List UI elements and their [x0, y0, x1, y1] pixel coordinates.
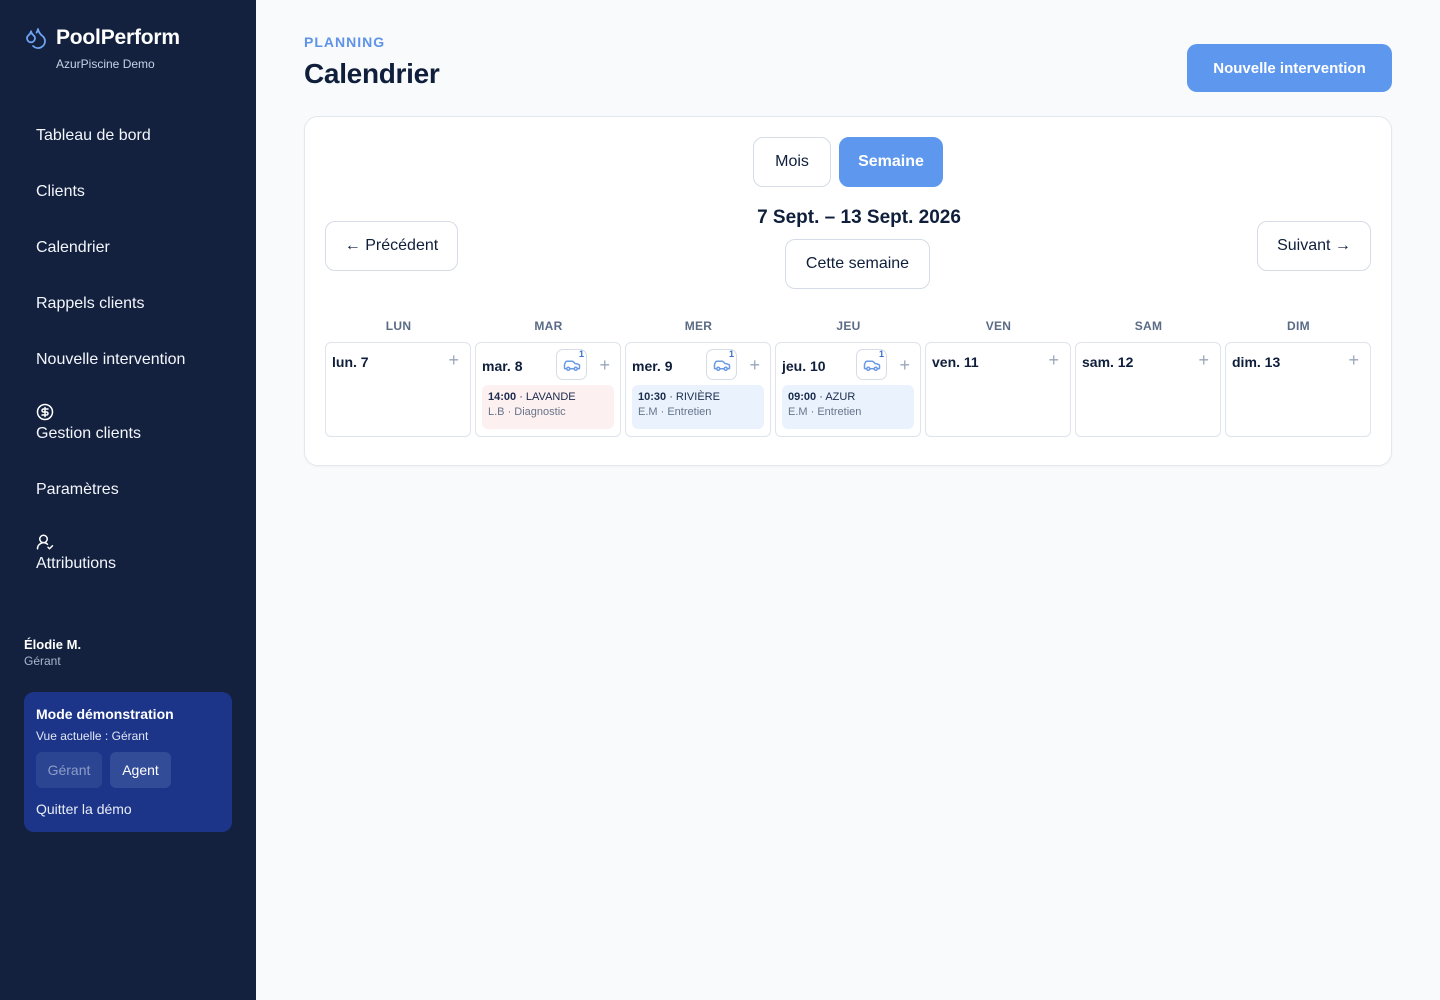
day-label: mer. 9 — [632, 358, 673, 374]
calendar-card: Mois Semaine 7 Sept. – 13 Sept. 2026 ← P… — [304, 116, 1392, 466]
event-agent: E.M — [638, 406, 658, 418]
user-check-icon — [36, 534, 54, 550]
event-client: RIVIÈRE — [675, 391, 720, 403]
weekday-header: JEU — [836, 319, 861, 333]
user-name: Élodie M. — [24, 637, 82, 652]
day-cell[interactable]: mar. 8 1 + 14:00 · LAVANDE L.B · Diagnos… — [475, 342, 621, 437]
event-type: Entretien — [667, 406, 712, 418]
vehicle-button[interactable]: 1 — [556, 349, 587, 380]
user-role: Gérant — [24, 654, 61, 668]
weekday-header: DIM — [1287, 319, 1310, 333]
day-cell[interactable]: ven. 11 + — [925, 342, 1071, 437]
demo-title: Mode démonstration — [36, 706, 174, 722]
sidebar-item-label: Nouvelle intervention — [36, 351, 186, 368]
event-client: AZUR — [825, 391, 856, 403]
sidebar-item-label: Rappels clients — [36, 295, 145, 312]
weekday-header: SAM — [1134, 319, 1163, 333]
day-label: sam. 12 — [1082, 354, 1134, 370]
sidebar-item-label: Tableau de bord — [36, 127, 151, 144]
event-client: LAVANDE — [525, 391, 576, 403]
date-range-label: 7 Sept. – 13 Sept. 2026 — [757, 207, 961, 228]
add-intervention-icon[interactable]: + — [899, 356, 910, 374]
sidebar-item-label: Gestion clients — [36, 425, 141, 442]
sidebar-item-assignments[interactable]: Attributions — [36, 533, 116, 573]
sidebar-item-label: Clients — [36, 183, 85, 200]
intervention-event[interactable]: 14:00 · LAVANDE L.B · Diagnostic — [482, 385, 614, 429]
this-week-button[interactable]: Cette semaine — [785, 239, 930, 289]
sidebar-item-settings[interactable]: Paramètres — [36, 481, 119, 499]
event-time: 14:00 — [488, 391, 517, 403]
day-label: mar. 8 — [482, 358, 523, 374]
sidebar-item-label: Attributions — [36, 555, 117, 572]
vehicle-count-badge: 1 — [578, 349, 584, 359]
month-view-tab[interactable]: Mois — [753, 137, 831, 187]
day-cell[interactable]: dim. 13 + — [1225, 342, 1371, 437]
sidebar-item-label: Calendrier — [36, 239, 110, 256]
event-type: Diagnostic — [514, 406, 566, 418]
page-title: Calendrier — [304, 58, 440, 89]
sidebar-item-client-management[interactable]: Gestion clients — [36, 403, 141, 443]
next-button[interactable]: Suivant → — [1257, 221, 1371, 271]
dollar-circle-icon — [36, 403, 54, 421]
day-cell[interactable]: sam. 12 + — [1075, 342, 1221, 437]
demo-gerant-button[interactable]: Gérant — [36, 752, 102, 788]
week-view-tab[interactable]: Semaine — [839, 137, 943, 187]
day-cell[interactable]: jeu. 10 1 + 09:00 · AZUR E.M · Entretien — [775, 342, 921, 437]
intervention-event[interactable]: 10:30 · RIVIÈRE E.M · Entretien — [632, 385, 764, 429]
day-label: lun. 7 — [332, 354, 369, 370]
weekday-header: MAR — [534, 319, 563, 333]
sidebar-item-dashboard[interactable]: Tableau de bord — [36, 127, 151, 145]
add-intervention-icon[interactable]: + — [1348, 351, 1359, 369]
add-intervention-icon[interactable]: + — [1048, 351, 1059, 369]
sidebar-item-new-intervention[interactable]: Nouvelle intervention — [36, 351, 185, 369]
event-agent: L.B — [488, 406, 505, 418]
vehicle-button[interactable]: 1 — [856, 349, 887, 380]
new-intervention-button[interactable]: Nouvelle intervention — [1187, 44, 1392, 92]
weekday-header: MER — [684, 319, 713, 333]
event-agent: E.M — [788, 406, 808, 418]
vehicle-count-badge: 1 — [728, 349, 734, 359]
demo-current-view: Vue actuelle : Gérant — [36, 729, 149, 743]
event-time: 10:30 — [638, 391, 667, 403]
sidebar: PoolPerform AzurPiscine Demo Tableau de … — [0, 0, 256, 1000]
weekday-header: VEN — [985, 319, 1012, 333]
sidebar-item-clients[interactable]: Clients — [36, 183, 85, 201]
org-name: AzurPiscine Demo — [56, 57, 155, 71]
weekday-header: LUN — [385, 319, 412, 333]
page-eyebrow: PLANNING — [304, 34, 386, 50]
sidebar-item-calendar[interactable]: Calendrier — [36, 239, 110, 257]
vehicle-count-badge: 1 — [878, 349, 884, 359]
vehicle-button[interactable]: 1 — [706, 349, 737, 380]
day-label: ven. 11 — [932, 354, 979, 370]
car-icon — [863, 360, 880, 371]
car-icon — [713, 360, 730, 371]
day-label: jeu. 10 — [782, 358, 826, 374]
add-intervention-icon[interactable]: + — [749, 356, 760, 374]
day-label: dim. 13 — [1232, 354, 1281, 370]
demo-agent-button[interactable]: Agent — [110, 752, 171, 788]
add-intervention-icon[interactable]: + — [448, 351, 459, 369]
day-cell[interactable]: mer. 9 1 + 10:30 · RIVIÈRE E.M · Entreti… — [625, 342, 771, 437]
add-intervention-icon[interactable]: + — [1198, 351, 1209, 369]
car-icon — [563, 360, 580, 371]
sidebar-item-label: Paramètres — [36, 481, 119, 498]
app-name: PoolPerform — [56, 26, 180, 49]
event-time: 09:00 — [788, 391, 817, 403]
water-drops-icon — [26, 28, 46, 49]
quit-demo-link[interactable]: Quitter la démo — [36, 801, 132, 817]
day-cell[interactable]: lun. 7 + — [325, 342, 471, 437]
demo-mode-panel: Mode démonstration Vue actuelle : Gérant… — [24, 692, 232, 832]
brand[interactable]: PoolPerform — [24, 26, 180, 50]
add-intervention-icon[interactable]: + — [599, 356, 610, 374]
previous-button[interactable]: ← Précédent — [325, 221, 458, 271]
sidebar-item-reminders[interactable]: Rappels clients — [36, 295, 145, 313]
intervention-event[interactable]: 09:00 · AZUR E.M · Entretien — [782, 385, 914, 429]
event-type: Entretien — [817, 406, 862, 418]
